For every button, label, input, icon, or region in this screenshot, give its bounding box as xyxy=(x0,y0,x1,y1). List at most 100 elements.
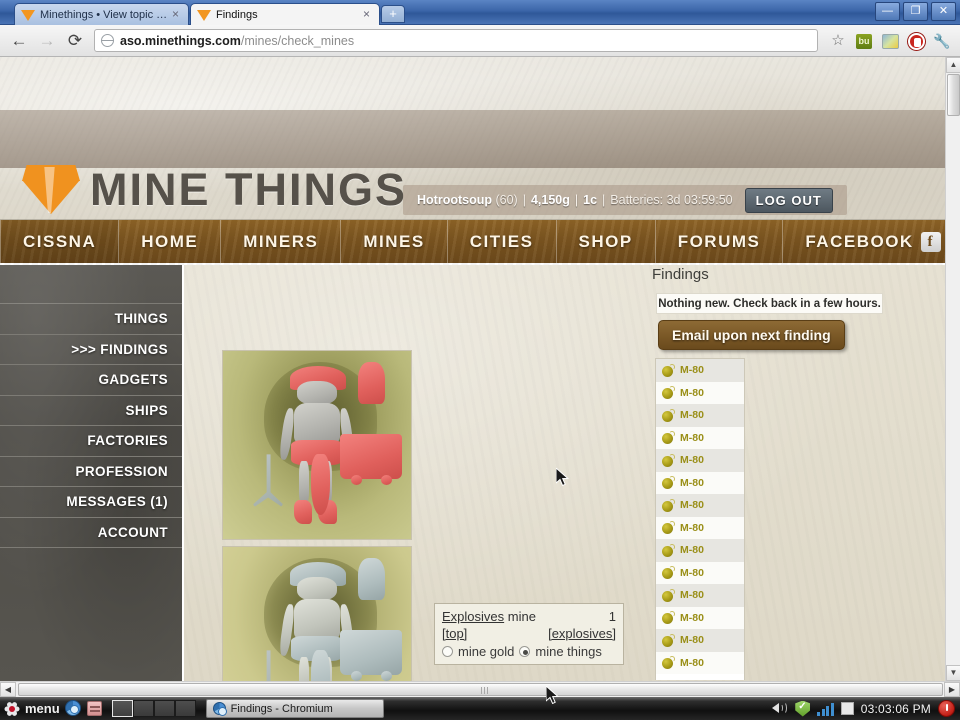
extension-colorful-icon[interactable] xyxy=(878,29,902,53)
tab-minethings-forum[interactable]: Minethings • View topic - T... × xyxy=(14,3,189,25)
mine-thumbnail-1[interactable] xyxy=(222,350,412,540)
account-gold: 4,150g xyxy=(530,193,570,207)
minimize-button[interactable]: — xyxy=(875,2,900,21)
back-button[interactable]: ← xyxy=(6,29,32,53)
forward-button[interactable]: → xyxy=(34,29,60,53)
start-menu-button[interactable]: menu xyxy=(0,700,60,717)
finding-label: M-80 xyxy=(680,634,704,647)
list-item[interactable]: M-80 xyxy=(656,381,744,404)
gem-icon xyxy=(22,165,80,215)
list-item[interactable]: M-80 xyxy=(656,561,744,584)
nav-label: HOME xyxy=(141,231,199,251)
nav-item-shop[interactable]: SHOP xyxy=(557,220,656,263)
new-tab-button[interactable]: + xyxy=(381,5,405,23)
volume-icon[interactable] xyxy=(771,700,788,717)
workspace-4[interactable] xyxy=(174,700,196,717)
security-shield-icon[interactable] xyxy=(795,700,811,717)
finding-label: M-80 xyxy=(680,499,704,512)
bomb-icon xyxy=(662,498,675,512)
list-item[interactable]: M-80 xyxy=(656,426,744,449)
sidebar-label: FACTORIES xyxy=(87,433,168,449)
radio-mine-things[interactable] xyxy=(519,646,531,657)
url-host: aso.minethings.com xyxy=(120,33,241,48)
sidebar-item-account[interactable]: ACCOUNT xyxy=(0,518,182,548)
workspace-switcher[interactable] xyxy=(111,700,196,717)
url-path: /mines/check_mines xyxy=(240,33,355,48)
taskbar-window-findings-chromium[interactable]: Findings - Chromium xyxy=(205,699,384,718)
launcher-files-icon[interactable] xyxy=(86,700,104,717)
vertical-scroll-thumb[interactable] xyxy=(947,74,960,116)
mine-top-link[interactable]: [top] xyxy=(442,626,467,641)
site-logo-text: MINE THINGS xyxy=(90,164,408,215)
tab-close-icon[interactable]: × xyxy=(360,8,373,21)
close-window-button[interactable]: ✕ xyxy=(931,2,956,21)
list-item[interactable]: M-80 xyxy=(656,606,744,629)
list-item[interactable]: M-80 xyxy=(656,404,744,427)
finding-label: M-80 xyxy=(680,544,704,557)
list-item[interactable]: M-80 xyxy=(656,516,744,539)
list-item[interactable]: M-80 xyxy=(656,494,744,517)
mine-thumbnail-2[interactable] xyxy=(222,546,412,681)
mine-type-link[interactable]: Explosives xyxy=(442,609,504,624)
sidebar-item-things[interactable]: THINGS xyxy=(0,304,182,335)
adblock-stop-icon[interactable] xyxy=(904,29,928,53)
nav-item-forums[interactable]: FORUMS xyxy=(656,220,784,263)
reload-button[interactable]: ⟳ xyxy=(62,29,88,53)
address-bar[interactable]: aso.minethings.com/mines/check_mines xyxy=(94,29,818,52)
nav-item-miners[interactable]: MINERS xyxy=(221,220,342,263)
list-item[interactable]: M-80 xyxy=(656,651,744,674)
tab-close-icon[interactable]: × xyxy=(169,8,182,21)
page-vertical-scrollbar[interactable]: ▲ ▼ xyxy=(945,57,960,681)
network-signal-icon[interactable] xyxy=(817,702,834,716)
workspace-3[interactable] xyxy=(153,700,175,717)
maximize-button[interactable]: ❐ xyxy=(903,2,928,21)
power-button-icon[interactable] xyxy=(938,700,955,717)
account-coins: 1c xyxy=(583,193,598,207)
nav-label: FORUMS xyxy=(677,231,761,251)
list-item[interactable]: M-80 xyxy=(656,539,744,562)
launcher-chromium-icon[interactable] xyxy=(64,700,82,717)
nav-item-cissna[interactable]: CISSNA xyxy=(0,220,120,263)
bookmark-star-icon[interactable]: ☆ xyxy=(826,29,850,53)
sidebar-item-profession[interactable]: PROFESSION xyxy=(0,457,182,487)
logout-button[interactable]: LOG OUT xyxy=(744,187,833,213)
sidebar-item-findings[interactable]: >>> FINDINGS xyxy=(0,335,182,365)
sidebar-item-factories[interactable]: FACTORIES xyxy=(0,426,182,457)
tab-strip: Minethings • View topic - T... × Finding… xyxy=(0,0,860,25)
nav-item-mines[interactable]: MINES xyxy=(341,220,448,263)
list-item[interactable]: M-80 xyxy=(656,471,744,494)
tab-findings[interactable]: Findings × xyxy=(190,3,380,25)
banner-band xyxy=(0,110,945,168)
radio-mine-gold[interactable] xyxy=(442,646,453,657)
scroll-up-button[interactable]: ▲ xyxy=(946,57,960,73)
scroll-left-button[interactable]: ◀ xyxy=(0,682,16,697)
left-sidebar: THINGS >>> FINDINGS GADGETS SHIPS FACTOR… xyxy=(0,265,184,681)
sidebar-item-messages[interactable]: MESSAGES (1) xyxy=(0,487,182,518)
extension-bu-icon[interactable]: bu xyxy=(852,29,876,53)
tray-app-icon[interactable] xyxy=(840,702,854,715)
nav-item-cities[interactable]: CITIES xyxy=(448,220,557,263)
list-item[interactable]: M-80 xyxy=(656,584,744,607)
workspace-2[interactable] xyxy=(132,700,154,717)
sidebar-item-gadgets[interactable]: GADGETS xyxy=(0,365,182,396)
horizontal-scroll-thumb[interactable] xyxy=(18,683,943,696)
list-item[interactable]: M-80 xyxy=(656,629,744,652)
nav-item-home[interactable]: HOME xyxy=(119,220,222,263)
nav-label: MINES xyxy=(363,231,425,251)
nav-item-facebook[interactable]: FACEBOOK f xyxy=(783,220,960,263)
email-upon-next-finding-button[interactable]: Email upon next finding xyxy=(658,320,845,350)
taskbar-clock[interactable]: 03:03:06 PM xyxy=(861,702,931,716)
sidebar-item-ships[interactable]: SHIPS xyxy=(0,396,182,426)
mine-resource-link[interactable]: [explosives] xyxy=(548,626,616,641)
list-item[interactable]: M-80 xyxy=(656,359,744,382)
findings-item-list[interactable]: M-80 M-80 M-80 M-80 M-80 M-80 M-80 M-80 … xyxy=(655,358,745,680)
workspace-1[interactable] xyxy=(111,700,133,717)
findings-title: Findings xyxy=(652,266,709,283)
sidebar-label: MESSAGES (1) xyxy=(66,494,168,510)
browser-menu-wrench-icon[interactable]: 🔧 xyxy=(930,29,954,53)
site-logo[interactable]: MINE THINGS xyxy=(22,165,407,215)
scroll-down-button[interactable]: ▼ xyxy=(946,665,960,681)
list-item[interactable]: M-80 xyxy=(656,449,744,472)
page-horizontal-scrollbar[interactable]: ◀ ▶ xyxy=(0,681,960,697)
scroll-right-button[interactable]: ▶ xyxy=(944,682,960,697)
